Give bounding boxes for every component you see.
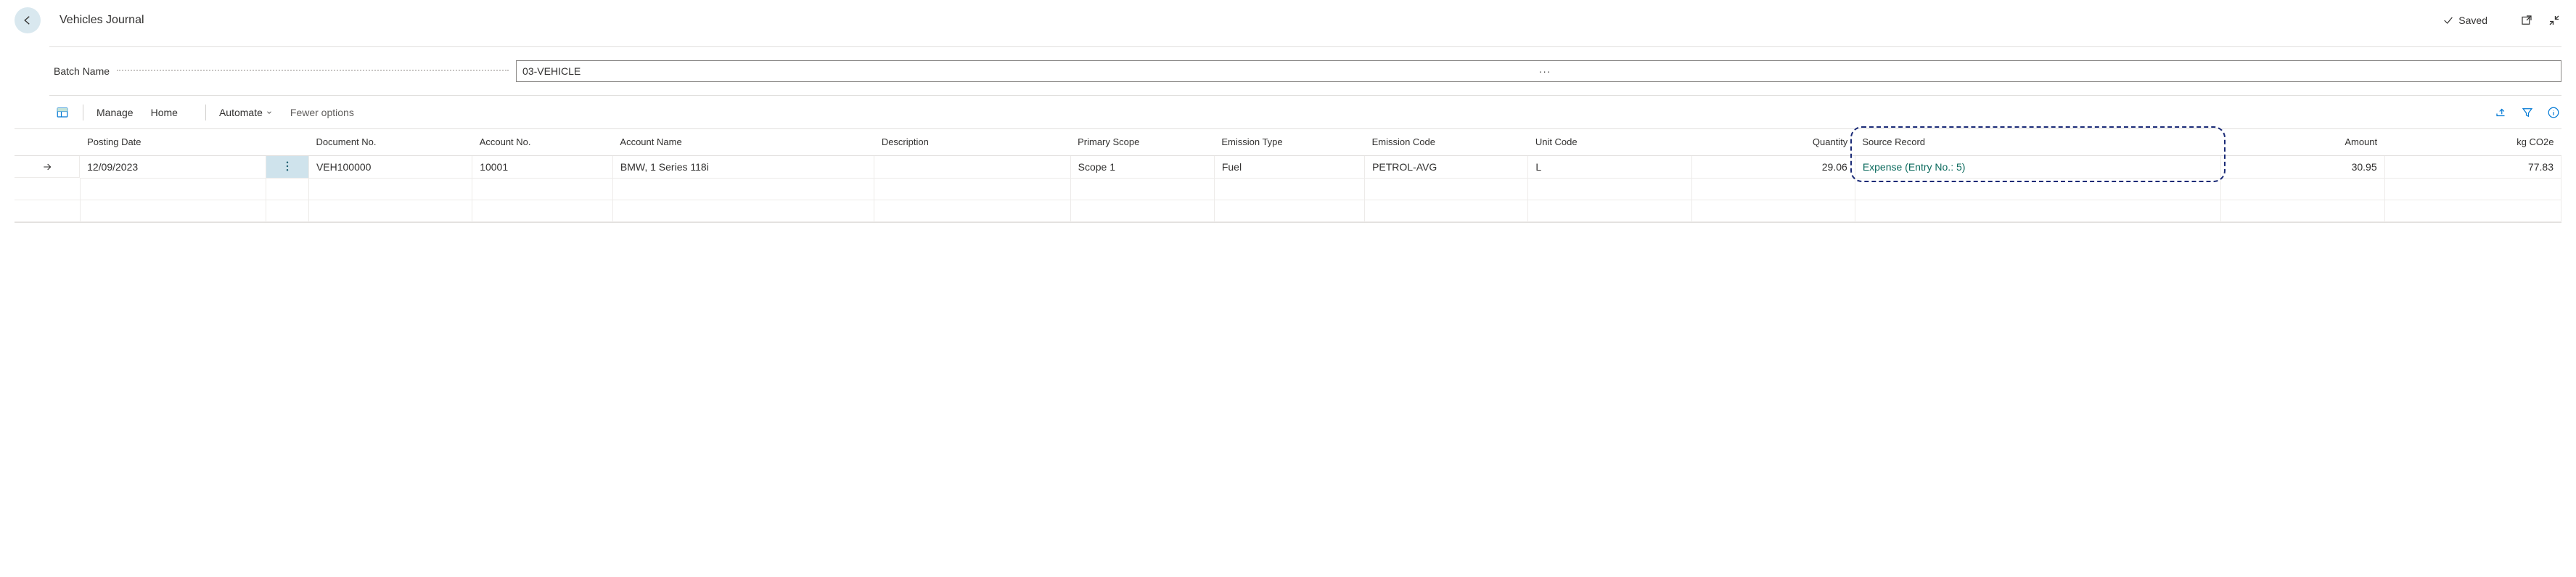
collapse-icon[interactable] <box>2547 13 2561 28</box>
col-document-no[interactable]: Document No. <box>308 129 472 156</box>
cell-primary-scope[interactable]: Scope 1 <box>1070 156 1214 179</box>
col-emission-type[interactable]: Emission Type <box>1214 129 1364 156</box>
cell-quantity[interactable]: 29.06 <box>1691 156 1855 179</box>
info-icon[interactable] <box>2546 105 2561 120</box>
toolbar-automate[interactable]: Automate <box>218 104 274 121</box>
col-amount[interactable]: Amount <box>2221 129 2384 156</box>
cell-kg-co2e[interactable]: 77.83 <box>2384 156 2561 179</box>
table-row[interactable] <box>15 178 2561 200</box>
cell-emission-code[interactable]: PETROL-AVG <box>1365 156 1528 179</box>
col-account-no[interactable]: Account No. <box>472 129 613 156</box>
page-title: Vehicles Journal <box>60 14 144 27</box>
back-button[interactable] <box>15 7 41 33</box>
row-selector-icon[interactable] <box>15 156 80 178</box>
toolbar-fewer-options[interactable]: Fewer options <box>289 104 356 121</box>
cell-amount[interactable]: 30.95 <box>2221 156 2384 179</box>
col-emission-code[interactable]: Emission Code <box>1365 129 1528 156</box>
cell-emission-type[interactable]: Fuel <box>1214 156 1364 179</box>
layout-icon[interactable] <box>54 104 71 121</box>
table-row[interactable]: 12/09/2023 VEH100000 10001 BMW, 1 Series… <box>15 156 2561 179</box>
saved-indicator: Saved <box>2442 15 2487 26</box>
row-menu-button[interactable] <box>266 156 309 179</box>
cell-description[interactable] <box>874 156 1070 179</box>
col-source-record[interactable]: Source Record <box>1855 129 2221 156</box>
col-account-name[interactable]: Account Name <box>612 129 874 156</box>
col-primary-scope[interactable]: Primary Scope <box>1070 129 1214 156</box>
cell-posting-date[interactable]: 12/09/2023 <box>80 156 266 179</box>
table-row[interactable] <box>15 200 2561 221</box>
batch-name-value: 03-VEHICLE <box>522 65 1535 77</box>
batch-name-label: Batch Name <box>54 65 110 77</box>
toolbar-manage[interactable]: Manage <box>95 104 135 121</box>
dots-leader <box>117 68 509 71</box>
cell-source-record[interactable]: Expense (Entry No.: 5) <box>1855 156 2221 179</box>
batch-name-input[interactable]: 03-VEHICLE ··· <box>516 60 2561 82</box>
col-kg-co2e[interactable]: kg CO2e <box>2384 129 2561 156</box>
cell-document-no[interactable]: VEH100000 <box>308 156 472 179</box>
filter-icon[interactable] <box>2519 105 2535 120</box>
col-posting-date[interactable]: Posting Date <box>80 129 266 156</box>
col-description[interactable]: Description <box>874 129 1070 156</box>
cell-account-no[interactable]: 10001 <box>472 156 613 179</box>
cell-account-name[interactable]: BMW, 1 Series 118i <box>612 156 874 179</box>
saved-text: Saved <box>2458 15 2487 26</box>
popout-icon[interactable] <box>2519 13 2534 28</box>
toolbar-home[interactable]: Home <box>149 104 179 121</box>
cell-unit-code[interactable]: L <box>1528 156 1691 179</box>
batch-name-lookup-button[interactable]: ··· <box>1536 65 2555 77</box>
col-quantity[interactable]: Quantity <box>1691 129 1855 156</box>
col-unit-code[interactable]: Unit Code <box>1528 129 1691 156</box>
share-icon[interactable] <box>2493 105 2509 120</box>
